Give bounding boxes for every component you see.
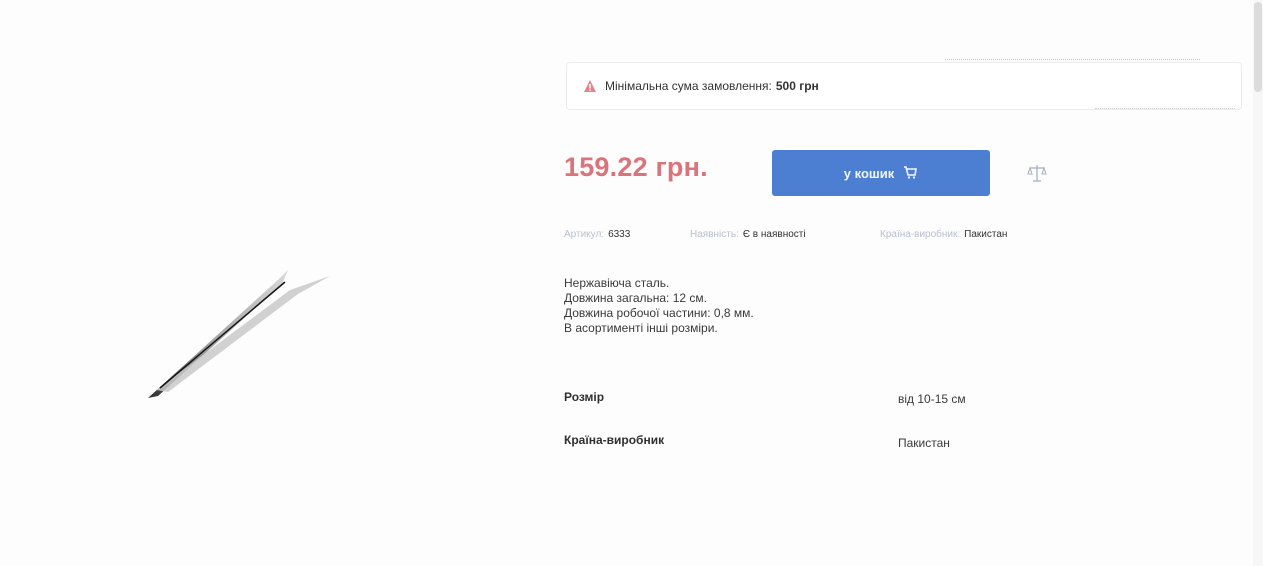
product-description: Нержавіюча сталь. Довжина загальна: 12 с… bbox=[564, 276, 754, 336]
cart-icon bbox=[902, 164, 918, 183]
product-page: Мінімальна сума замовлення: 500 грн 159.… bbox=[0, 0, 1263, 566]
description-line: Довжина робочої частини: 0,8 мм. bbox=[564, 306, 754, 320]
article-meta: Артикул: 6333 bbox=[564, 229, 630, 240]
availability-value: Є в наявності bbox=[742, 229, 806, 240]
divider bbox=[1095, 108, 1235, 109]
country-label: Країна-виробник: bbox=[880, 229, 961, 240]
availability-label: Наявність: bbox=[690, 229, 739, 240]
scrollbar-thumb[interactable] bbox=[1254, 2, 1262, 92]
min-order-notice: Мінімальна сума замовлення: 500 грн bbox=[566, 62, 1242, 110]
spec-label-size: Розмір bbox=[564, 390, 605, 404]
spec-value-country: Пакистан bbox=[898, 436, 950, 450]
article-label: Артикул: bbox=[564, 229, 605, 240]
scrollbar[interactable] bbox=[1253, 0, 1263, 566]
product-image[interactable] bbox=[130, 250, 370, 420]
description-line: Довжина загальна: 12 см. bbox=[564, 291, 707, 305]
country-meta: Країна-виробник: Пакистан bbox=[880, 229, 1007, 240]
country-value: Пакистан bbox=[964, 229, 1008, 240]
article-value: 6333 bbox=[608, 229, 631, 240]
notice-amount: 500 грн bbox=[775, 79, 819, 93]
availability-meta: Наявність: Є в наявності bbox=[690, 229, 806, 240]
warning-icon bbox=[583, 79, 597, 93]
add-to-cart-button[interactable]: у кошик bbox=[772, 150, 990, 196]
cart-button-label: у кошик bbox=[843, 165, 895, 181]
description-line: Нержавіюча сталь. bbox=[564, 276, 670, 290]
spec-label-country: Країна-виробник bbox=[564, 433, 665, 447]
divider bbox=[945, 59, 1200, 60]
product-price: 159.22 грн. bbox=[564, 152, 708, 182]
description-line: В асортименті інші розміри. bbox=[564, 321, 718, 335]
notice-text: Мінімальна сума замовлення: bbox=[605, 79, 772, 93]
spec-value-size: від 10-15 см bbox=[898, 392, 966, 406]
compare-scale-icon[interactable] bbox=[1026, 163, 1048, 183]
